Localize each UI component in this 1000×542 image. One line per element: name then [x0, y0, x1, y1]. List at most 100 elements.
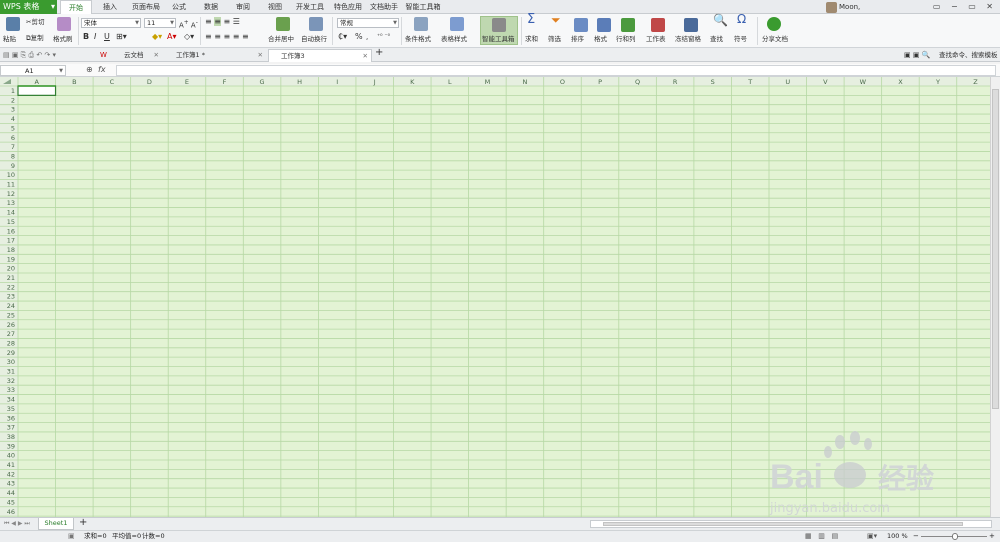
- command-search[interactable]: 查找命令、搜索模板: [939, 51, 998, 59]
- zoom-fit-icon[interactable]: ▣▾: [867, 531, 877, 542]
- close-icon[interactable]: ✕: [154, 49, 159, 61]
- row-header[interactable]: 15: [7, 218, 15, 226]
- thousand-icon[interactable]: ,: [366, 33, 368, 41]
- horizontal-scrollbar[interactable]: [590, 520, 992, 528]
- paste-icon[interactable]: [6, 17, 20, 31]
- zoom-icon[interactable]: ⊕: [86, 66, 93, 74]
- font-name-select[interactable]: 宋体 ▼: [81, 18, 141, 28]
- format-button[interactable]: 格式: [594, 35, 607, 43]
- column-header[interactable]: O: [560, 78, 565, 86]
- workbook1-tab[interactable]: 工作簿1 * ✕: [164, 49, 266, 62]
- column-header[interactable]: F: [223, 78, 227, 86]
- percent-button[interactable]: %: [355, 33, 363, 41]
- row-header[interactable]: 28: [7, 339, 15, 347]
- worksheet-button[interactable]: 工作表: [646, 35, 666, 43]
- column-header[interactable]: Z: [973, 78, 978, 86]
- paste-button[interactable]: 粘贴: [3, 35, 16, 43]
- close-icon[interactable]: ✕: [258, 49, 263, 61]
- row-header[interactable]: 11: [7, 181, 15, 189]
- share-doc-button[interactable]: 分享文档: [762, 35, 788, 43]
- decimal-icons[interactable]: ⁺⁰ ⁻⁰: [377, 33, 390, 41]
- window-controls[interactable]: ▭ − ▭ ✕: [933, 0, 997, 14]
- column-header[interactable]: Q: [635, 78, 640, 86]
- row-header[interactable]: 42: [7, 470, 15, 478]
- cut-button[interactable]: ✂剪切: [26, 18, 44, 26]
- tab-insert[interactable]: 插入: [96, 0, 124, 14]
- name-box[interactable]: A1 ▼: [0, 65, 66, 76]
- format-painter-button[interactable]: 格式刷: [53, 35, 73, 43]
- column-header[interactable]: A: [35, 78, 40, 86]
- currency-icon[interactable]: ₵▾: [338, 33, 347, 41]
- underline-button[interactable]: U: [104, 33, 110, 41]
- quick-access-toolbar[interactable]: ▤ ▣ ⎘ ⎙ ↶ ↷ ▾: [3, 51, 56, 59]
- user-account[interactable]: Moon,: [826, 0, 860, 14]
- row-header[interactable]: 31: [7, 368, 15, 376]
- wrap-icon[interactable]: [309, 17, 323, 31]
- number-format-select[interactable]: 常规 ▼: [337, 18, 399, 28]
- row-header[interactable]: 22: [7, 283, 15, 291]
- merge-center-button[interactable]: 合并居中: [268, 35, 294, 43]
- grid-canvas[interactable]: A B C D E F G H I J K L M N O P Q R S T U V W X Y Z12345678910111…: [0, 77, 990, 517]
- fx-button[interactable]: fx: [98, 66, 106, 74]
- conditional-format-button[interactable]: 条件格式: [405, 35, 431, 43]
- cloud-docs-tab[interactable]: 云文档 ✕: [112, 49, 162, 62]
- column-header[interactable]: T: [747, 78, 752, 86]
- tab-formula[interactable]: 公式: [166, 0, 192, 14]
- active-cell-a1[interactable]: [17, 85, 57, 96]
- italic-button[interactable]: I: [94, 33, 96, 41]
- row-header[interactable]: 46: [7, 508, 15, 516]
- row-header[interactable]: 38: [7, 433, 15, 441]
- column-header[interactable]: W: [860, 78, 867, 86]
- row-header[interactable]: 8: [11, 152, 15, 160]
- fill-color-icon[interactable]: ◆▾: [152, 33, 162, 41]
- row-header[interactable]: 34: [7, 396, 15, 404]
- find-button[interactable]: 查找: [710, 35, 723, 43]
- tab-page-layout[interactable]: 页面布局: [127, 0, 165, 14]
- row-header[interactable]: 12: [7, 190, 15, 198]
- row-header[interactable]: 18: [7, 246, 15, 254]
- column-header[interactable]: X: [898, 78, 903, 86]
- sheet-tab-sheet1[interactable]: Sheet1: [38, 518, 74, 530]
- row-header[interactable]: 26: [7, 321, 15, 329]
- symbol-button[interactable]: 符号: [734, 35, 747, 43]
- workbook3-tab[interactable]: 工作簿3 ✕: [268, 49, 372, 62]
- column-header[interactable]: S: [711, 78, 715, 86]
- clear-format-icon[interactable]: ◇▾: [184, 33, 194, 41]
- bold-button[interactable]: B: [83, 33, 89, 41]
- vertical-scrollbar[interactable]: [990, 77, 1000, 517]
- zoom-slider-handle[interactable]: [952, 533, 958, 540]
- align-left-icons[interactable]: ≡ ≡ ≡ ≡ ≡: [205, 33, 249, 41]
- row-header[interactable]: 45: [7, 498, 15, 506]
- row-header[interactable]: 16: [7, 227, 15, 235]
- tab-home[interactable]: 开始: [60, 0, 92, 14]
- row-header[interactable]: 36: [7, 414, 15, 422]
- column-header[interactable]: Y: [935, 78, 940, 86]
- column-header[interactable]: C: [110, 78, 115, 86]
- font-size-select[interactable]: 11 ▼: [144, 18, 176, 28]
- row-header[interactable]: 2: [11, 96, 15, 104]
- row-header[interactable]: 19: [7, 255, 15, 263]
- add-sheet-button[interactable]: +: [79, 518, 87, 528]
- table-style-button[interactable]: 表格样式: [441, 35, 467, 43]
- smart-toolbox-button[interactable]: 智能工具箱: [482, 35, 515, 43]
- column-header[interactable]: P: [598, 78, 602, 86]
- tab-review[interactable]: 审阅: [230, 0, 256, 14]
- border-icon[interactable]: ⊞▾: [116, 33, 127, 41]
- row-header[interactable]: 23: [7, 293, 15, 301]
- row-header[interactable]: 6: [11, 134, 15, 142]
- row-header[interactable]: 29: [7, 349, 15, 357]
- row-header[interactable]: 20: [7, 265, 15, 273]
- row-header[interactable]: 7: [11, 143, 15, 151]
- row-header[interactable]: 10: [7, 171, 15, 179]
- sort-button[interactable]: 排序: [571, 35, 584, 43]
- row-header[interactable]: 17: [7, 237, 15, 245]
- conditional-format-icon[interactable]: [414, 17, 428, 31]
- new-tab-button[interactable]: +: [375, 48, 383, 58]
- formula-input[interactable]: [116, 65, 996, 76]
- row-header[interactable]: 35: [7, 405, 15, 413]
- row-header[interactable]: 9: [11, 162, 15, 170]
- column-header[interactable]: K: [410, 78, 415, 86]
- brush-icon[interactable]: [57, 17, 71, 31]
- copy-button[interactable]: ⧉复制: [26, 34, 44, 42]
- row-header[interactable]: 1: [11, 87, 15, 95]
